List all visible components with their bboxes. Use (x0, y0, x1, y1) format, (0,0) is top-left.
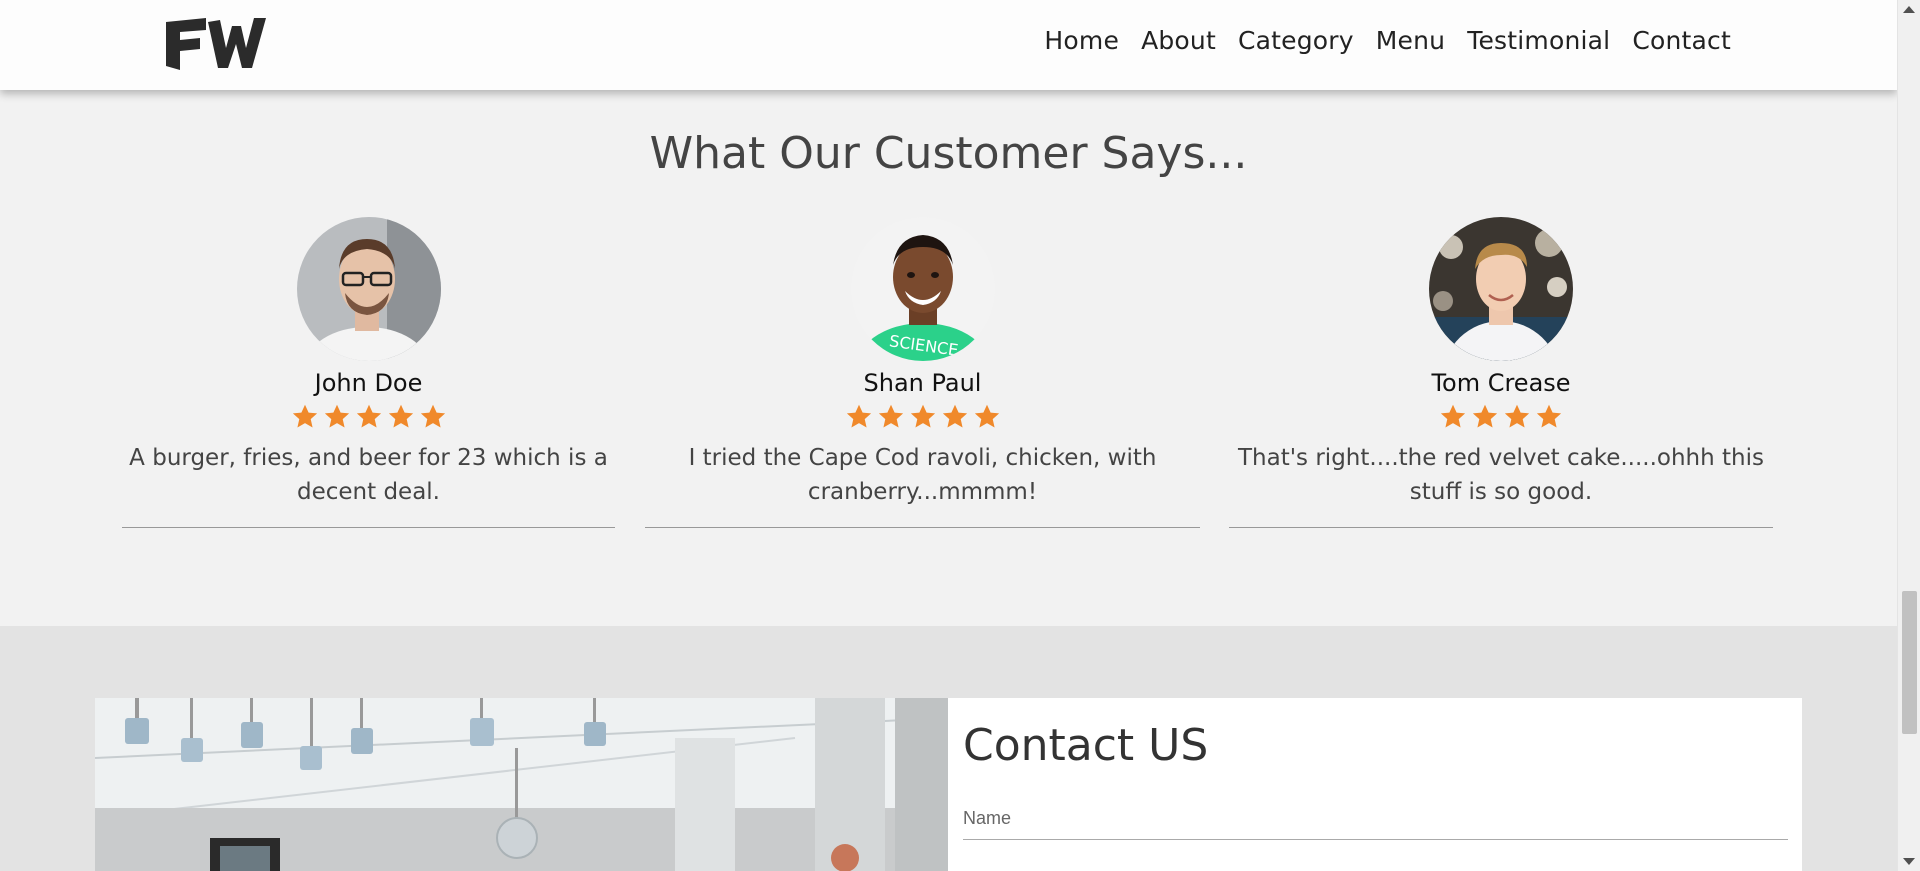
divider (1229, 527, 1773, 528)
star-icon (910, 404, 935, 428)
restaurant-image (95, 698, 948, 871)
star-icon (942, 404, 967, 428)
fw-logo[interactable] (166, 18, 266, 70)
star-icon (846, 404, 871, 428)
testimonial-card: John Doe A burger, fries, and beer for 2… (122, 217, 615, 528)
testimonial-card: SCIENCE Shan Paul I tried the Cape Cod r… (645, 217, 1200, 528)
contact-section: Contact US (0, 626, 1897, 871)
star-icon (1472, 404, 1498, 428)
review-text: I tried the Cape Cod ravoli, chicken, wi… (688, 445, 1157, 505)
scroll-up-arrow-icon[interactable] (1903, 6, 1915, 13)
star-icon (974, 404, 999, 428)
star-icon (1440, 404, 1466, 428)
contact-form: Contact US (948, 698, 1802, 871)
review-text: That's right....the red velvet cake.....… (1238, 445, 1764, 505)
navbar: Home About Category Menu Testimonial Con… (0, 0, 1897, 90)
rating-stars (645, 403, 1200, 431)
avatar (1429, 217, 1573, 361)
nav-about[interactable]: About (1141, 26, 1216, 55)
star-icon (878, 404, 903, 428)
star-icon (388, 404, 413, 428)
testimonial-card: Tom Crease That's right....the red velve… (1229, 217, 1773, 528)
section-title: What Our Customer Says... (649, 128, 1248, 179)
testimonial-section: What Our Customer Says... John Doe A bur… (0, 90, 1897, 626)
star-icon (1504, 404, 1530, 428)
avatar (296, 217, 441, 361)
contact-title: Contact US (963, 720, 1209, 771)
nav-home[interactable]: Home (1044, 26, 1119, 55)
nav-menu-link[interactable]: Menu (1376, 26, 1445, 55)
star-icon (324, 404, 349, 428)
nav-testimonial[interactable]: Testimonial (1467, 26, 1610, 55)
star-icon (1536, 404, 1562, 428)
review-text: A burger, fries, and beer for 23 which i… (129, 445, 608, 505)
page-viewport: Home About Category Menu Testimonial Con… (0, 0, 1897, 871)
nav-category[interactable]: Category (1238, 26, 1354, 55)
divider (122, 527, 615, 528)
scroll-down-arrow-icon[interactable] (1903, 858, 1915, 865)
customer-name: John Doe (314, 369, 423, 397)
star-icon (356, 404, 381, 428)
rating-stars (1229, 403, 1773, 431)
rating-stars (122, 403, 615, 431)
nav-menu: Home About Category Menu Testimonial Con… (1044, 26, 1731, 55)
fw-logo-icon (166, 18, 266, 70)
vertical-scrollbar[interactable] (1897, 0, 1920, 871)
name-field[interactable] (963, 798, 1788, 840)
customer-name: Shan Paul (863, 369, 982, 397)
customer-name: Tom Crease (1431, 369, 1571, 397)
nav-contact[interactable]: Contact (1632, 26, 1731, 55)
star-icon (292, 404, 317, 428)
scrollbar-thumb[interactable] (1902, 591, 1917, 734)
avatar: SCIENCE (850, 217, 995, 361)
divider (645, 527, 1200, 528)
star-icon (420, 404, 445, 428)
